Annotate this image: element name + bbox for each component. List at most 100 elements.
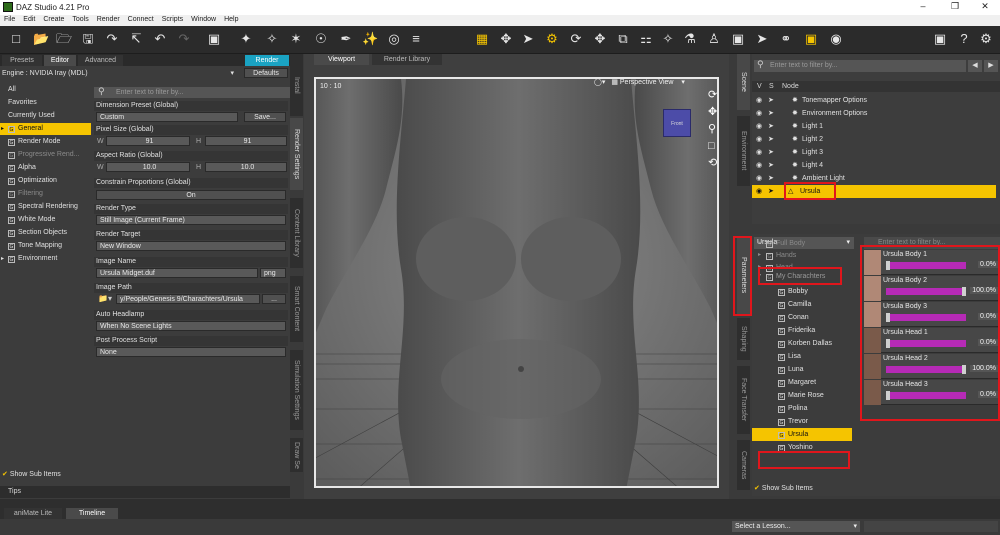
navigate-icon[interactable]: ✥: [498, 31, 514, 47]
aspect-width-field[interactable]: 10.0: [106, 162, 190, 172]
charachter-item[interactable]: G Camilla: [752, 298, 852, 311]
save-preset-button[interactable]: Save...: [244, 112, 286, 122]
draw-settings-tab[interactable]: Draw Se: [290, 438, 303, 472]
select-pointer-icon[interactable]: ➤: [768, 185, 774, 198]
category-item[interactable]: G Alpha: [0, 162, 91, 174]
category-item[interactable]: G Render Mode: [0, 136, 91, 148]
shaping-tab[interactable]: Shaping: [737, 318, 750, 360]
visibility-eye-icon[interactable]: ◉: [756, 172, 762, 185]
defaults-button[interactable]: Defaults: [244, 68, 288, 78]
minimize-button[interactable]: –: [908, 1, 938, 14]
menu-edit[interactable]: Edit: [19, 15, 39, 23]
tab-advanced[interactable]: Advanced: [78, 55, 123, 66]
lesson-selector[interactable]: Select a Lesson... ▾: [732, 521, 860, 532]
camera-selector[interactable]: ◯▾ ▦ Perspective View ▾: [594, 79, 704, 88]
person-icon[interactable]: ♙: [706, 31, 722, 47]
scene-node[interactable]: ◉ ➤ ✸ Light 1: [752, 120, 996, 133]
charachter-item[interactable]: G Lisa: [752, 350, 852, 363]
category-item[interactable]: G Tone Mapping: [0, 240, 91, 252]
select-pointer-icon[interactable]: ➤: [768, 172, 774, 185]
pixel-width-field[interactable]: 91: [106, 136, 190, 146]
geometry-editor-icon[interactable]: ◎: [386, 31, 402, 47]
render-settings-icon[interactable]: ▣: [803, 31, 819, 47]
transform-icon[interactable]: ⚏: [638, 31, 654, 47]
tab-animate-lite[interactable]: aniMate Lite: [4, 508, 62, 519]
image-name-field[interactable]: Ursula Midget.duf: [96, 268, 258, 278]
select-pointer-icon[interactable]: ➤: [768, 107, 774, 120]
headlamp-dropdown[interactable]: When No Scene Lights: [96, 321, 286, 331]
node-weight-icon[interactable]: ✒: [338, 31, 354, 47]
environment-tab[interactable]: Environment: [737, 116, 750, 186]
aspect-height-field[interactable]: 10.0: [205, 162, 287, 172]
scene-node[interactable]: ◉ ➤ ✸ Light 4: [752, 159, 996, 172]
camera-tool-icon[interactable]: ▣: [730, 31, 746, 47]
scene-nav-forward-icon[interactable]: ▶: [984, 60, 998, 72]
face-transfer-tab[interactable]: Face Transfer: [737, 366, 750, 434]
menu-render[interactable]: Render: [93, 15, 124, 23]
scene-node[interactable]: ◉ ➤ ✸ Tonemapper Options: [752, 94, 996, 107]
figure-setup-icon[interactable]: ⚗: [682, 31, 698, 47]
visibility-eye-icon[interactable]: ◉: [756, 94, 762, 107]
menu-help[interactable]: Help: [220, 15, 242, 23]
simulation-settings-tab[interactable]: Simulation Settings: [290, 350, 303, 430]
visibility-eye-icon[interactable]: ◉: [756, 120, 762, 133]
scene-tab[interactable]: Scene: [737, 54, 750, 110]
open-folder-icon[interactable]: 📂: [33, 31, 49, 47]
render-grid-icon[interactable]: ▦: [474, 31, 490, 47]
render-settings-tab[interactable]: Render Settings: [290, 118, 303, 190]
universal-tool-icon[interactable]: ✶: [288, 31, 304, 47]
visibility-eye-icon[interactable]: ◉: [756, 107, 762, 120]
cameras-tab[interactable]: Cameras: [737, 440, 750, 490]
menu-connect[interactable]: Connect: [124, 15, 158, 23]
tips-bar[interactable]: Tips: [0, 486, 290, 498]
lesson-step-controls[interactable]: [864, 521, 998, 532]
scene-nav-back-icon[interactable]: ◀: [968, 60, 982, 72]
select-pointer-icon[interactable]: ➤: [768, 94, 774, 107]
scene-node[interactable]: ◉ ➤ ✸ Light 2: [752, 133, 996, 146]
menu-window[interactable]: Window: [187, 15, 220, 23]
image-format-dropdown[interactable]: png: [260, 268, 286, 278]
frame-icon[interactable]: □: [708, 138, 717, 155]
folder-icon[interactable]: 📁▾: [98, 294, 112, 303]
export-icon[interactable]: ↸: [128, 31, 144, 47]
charachter-item[interactable]: G Friderika: [752, 324, 852, 337]
scale-icon[interactable]: ⧉: [615, 31, 631, 47]
pointer-icon[interactable]: ➤: [520, 31, 536, 47]
morph-icon[interactable]: ✧: [660, 31, 676, 47]
charachter-item[interactable]: G Korben Dallas: [752, 337, 852, 350]
visibility-eye-icon[interactable]: ◉: [756, 146, 762, 159]
content-library-tab[interactable]: Content Library: [290, 198, 303, 268]
scene-filter-input[interactable]: Enter text to filter by...: [754, 60, 966, 72]
reset-view-icon[interactable]: ⟲: [708, 155, 717, 172]
menu-create[interactable]: Create: [39, 15, 68, 23]
category-item[interactable]: G Section Objects: [0, 227, 91, 239]
save-icon[interactable]: 🖫: [80, 31, 96, 47]
charachter-item[interactable]: G Margaret: [752, 376, 852, 389]
tab-presets[interactable]: Presets: [2, 55, 42, 66]
visibility-eye-icon[interactable]: ◉: [756, 185, 762, 198]
constrain-toggle[interactable]: On: [96, 190, 286, 200]
pan-icon[interactable]: ✥: [708, 104, 717, 121]
rotate-icon[interactable]: ⟳: [568, 31, 584, 47]
visibility-eye-icon[interactable]: ◉: [756, 159, 762, 172]
menu-file[interactable]: File: [0, 15, 19, 23]
orbit-icon[interactable]: ⟳: [708, 87, 717, 104]
charachter-item[interactable]: G Luna: [752, 363, 852, 376]
pose-select-icon[interactable]: ➤: [754, 31, 770, 47]
category-item[interactable]: G Spectral Rendering: [0, 201, 91, 213]
select-pointer-icon[interactable]: ➤: [768, 146, 774, 159]
select-pointer-icon[interactable]: ➤: [768, 159, 774, 172]
camera-options-icon[interactable]: ◯▾: [594, 79, 605, 86]
category-item[interactable]: G Filtering: [0, 188, 91, 200]
tab-editor[interactable]: Editor: [44, 55, 76, 66]
redo-icon[interactable]: ↷: [176, 31, 192, 47]
dimension-preset-dropdown[interactable]: Custom: [96, 112, 238, 122]
import-icon[interactable]: ↷: [104, 31, 120, 47]
pixel-height-field[interactable]: 91: [205, 136, 287, 146]
visibility-eye-icon[interactable]: ◉: [756, 133, 762, 146]
category-item[interactable]: ▸ G General: [0, 123, 91, 135]
render-camera-icon[interactable]: ◉: [828, 31, 844, 47]
joint-editor-icon[interactable]: ☉: [313, 31, 329, 47]
align-icon[interactable]: ≡: [408, 31, 424, 47]
scene-node[interactable]: ◉ ➤ ✸ Environment Options: [752, 107, 996, 120]
